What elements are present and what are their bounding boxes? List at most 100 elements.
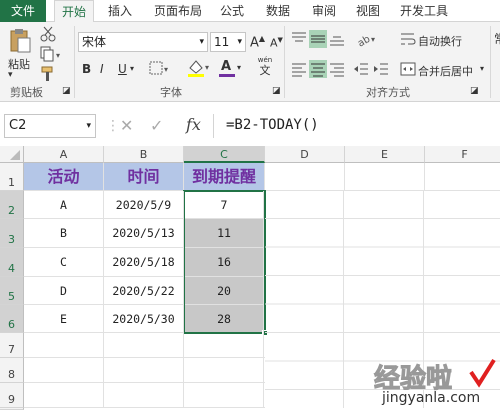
table-cell[interactable]: E	[24, 305, 104, 333]
increase-indent-icon[interactable]	[372, 60, 390, 78]
alignment-group-label: 对齐方式	[366, 86, 410, 99]
column-header-b[interactable]: B	[104, 146, 184, 163]
table-cell[interactable]: D	[24, 277, 104, 305]
italic-button[interactable]: I	[100, 62, 104, 76]
fill-color-icon[interactable]: ▾	[186, 58, 212, 78]
ribbon-separator	[284, 26, 285, 98]
font-size-select[interactable]: 11 ▾	[210, 32, 246, 52]
column-header-d[interactable]: D	[265, 146, 345, 163]
table-cell[interactable]: 2020/5/18	[104, 248, 184, 277]
paste-icon[interactable]	[8, 28, 32, 54]
tab-page-layout[interactable]: 页面布局	[148, 0, 208, 22]
borders-icon[interactable]: ▾	[148, 60, 172, 78]
decrease-indent-icon[interactable]	[352, 60, 370, 78]
align-center-icon[interactable]	[309, 60, 327, 78]
tab-insert[interactable]: 插入	[100, 0, 140, 22]
clipboard-group-label: 剪贴板	[10, 86, 43, 99]
tab-data[interactable]: 数据	[258, 0, 298, 22]
table-cell[interactable]: A	[24, 191, 104, 219]
align-middle-icon[interactable]	[309, 30, 327, 48]
cut-icon[interactable]	[40, 26, 56, 42]
font-color-button[interactable]: A ▾	[218, 58, 244, 78]
empty-cell[interactable]	[425, 163, 500, 191]
table-header-cell[interactable]: 活动	[24, 163, 104, 191]
table-cell[interactable]: B	[24, 219, 104, 248]
font-group-label: 字体	[160, 86, 182, 99]
tab-developer[interactable]: 开发工具	[394, 0, 454, 22]
name-box[interactable]: C2 ▾	[4, 114, 96, 138]
name-box-value: C2	[9, 118, 27, 133]
align-bottom-icon[interactable]	[328, 30, 346, 48]
clipboard-launcher-icon[interactable]: ◪	[62, 86, 71, 96]
column-header-c[interactable]: C	[184, 146, 265, 163]
font-name-select[interactable]: 宋体 ▾	[78, 32, 208, 52]
merge-dropdown-icon[interactable]: ▾	[480, 64, 484, 73]
font-name-value: 宋体	[82, 35, 107, 49]
row-header-7[interactable]: 7	[0, 333, 24, 358]
paste-dropdown-icon[interactable]: ▾	[8, 70, 13, 80]
row-header-9[interactable]: 9	[0, 383, 24, 408]
chevron-down-icon: ▾	[199, 37, 204, 47]
chevron-down-icon: ▾	[237, 37, 242, 47]
row-header-4[interactable]: 4	[0, 248, 24, 277]
wrap-text-icon[interactable]	[400, 31, 416, 47]
row-header-2[interactable]: 2	[0, 191, 24, 219]
merge-center-icon[interactable]	[400, 61, 416, 77]
align-top-icon[interactable]	[290, 30, 308, 48]
ribbon-separator	[74, 26, 75, 98]
align-right-icon[interactable]	[328, 60, 346, 78]
alignment-launcher-icon[interactable]: ◪	[470, 86, 479, 96]
column-header-e[interactable]: E	[345, 146, 425, 163]
checkmark-icon	[469, 358, 496, 388]
tab-home[interactable]: 开始	[54, 0, 94, 23]
phonetic-pinyin: wén	[257, 56, 273, 64]
formula-bar: C2 ▾ ⋮ ✕ ✓ fx =B2-TODAY()	[0, 110, 500, 142]
empty-cell[interactable]	[345, 163, 425, 191]
column-header-f[interactable]: F	[425, 146, 500, 163]
tab-review[interactable]: 审阅	[306, 0, 342, 22]
gridlines	[24, 333, 265, 408]
svg-text:▾: ▾	[205, 63, 209, 72]
table-cell[interactable]: 2020/5/9	[104, 191, 184, 219]
merge-center-button[interactable]: 合并后居中	[418, 63, 473, 79]
underline-dropdown-icon[interactable]: ▾	[130, 64, 134, 73]
table-header-cell[interactable]: 时间	[104, 163, 184, 191]
enter-icon[interactable]: ✓	[150, 116, 163, 135]
number-format-partial[interactable]: 常	[494, 30, 500, 47]
shrink-font-icon: ▼	[277, 36, 283, 44]
ribbon: 粘贴 ▾ ▾ 剪贴板 ◪ 宋体 ▾ 11 ▾ A▲ A▼ B I U ▾ ▾ ▾…	[0, 22, 500, 102]
table-cell[interactable]: 2020/5/22	[104, 277, 184, 305]
table-cell[interactable]: 2020/5/30	[104, 305, 184, 333]
shrink-font-button[interactable]: A▼	[270, 36, 283, 50]
align-left-icon[interactable]	[290, 60, 308, 78]
row-header-5[interactable]: 5	[0, 277, 24, 305]
table-cell[interactable]: 2020/5/13	[104, 219, 184, 248]
table-header-cell[interactable]: 到期提醒	[184, 163, 265, 191]
formula-input[interactable]: =B2-TODAY()	[213, 114, 500, 138]
svg-text:▾: ▾	[56, 51, 60, 60]
row-header-8[interactable]: 8	[0, 358, 24, 383]
row-header-3[interactable]: 3	[0, 219, 24, 248]
tab-formulas[interactable]: 公式	[214, 0, 250, 22]
wrap-text-button[interactable]: 自动换行	[418, 33, 462, 49]
orientation-icon[interactable]: ab ▾	[356, 30, 378, 50]
row-header-1[interactable]: 1	[0, 163, 24, 191]
select-all-corner[interactable]	[0, 146, 24, 163]
row-header-6[interactable]: 6	[0, 305, 24, 333]
cancel-icon[interactable]: ✕	[120, 116, 133, 135]
format-painter-icon[interactable]	[40, 66, 56, 82]
grow-font-button[interactable]: A▲	[250, 34, 265, 50]
phonetic-guide-button[interactable]: wén 文	[254, 56, 276, 78]
column-header-a[interactable]: A	[24, 146, 104, 163]
tab-file[interactable]: 文件	[0, 0, 46, 22]
insert-function-icon[interactable]: fx	[186, 115, 201, 134]
font-launcher-icon[interactable]: ◪	[272, 86, 281, 96]
tab-view[interactable]: 视图	[350, 0, 386, 22]
fill-handle[interactable]	[262, 330, 268, 336]
table-cell[interactable]: C	[24, 248, 104, 277]
bold-button[interactable]: B	[82, 62, 91, 76]
copy-icon[interactable]: ▾	[40, 46, 64, 62]
underline-button[interactable]: U	[118, 62, 127, 76]
phonetic-char: 文	[259, 64, 271, 77]
empty-cell[interactable]	[265, 163, 345, 191]
